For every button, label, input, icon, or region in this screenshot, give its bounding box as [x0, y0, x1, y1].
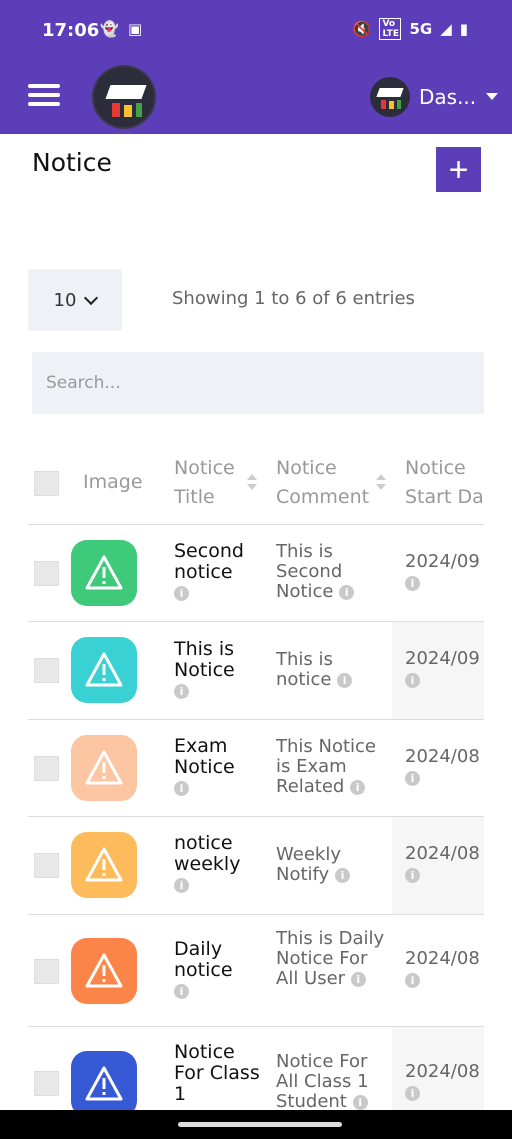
entries-info: Showing 1 to 6 of 6 entries — [172, 288, 415, 309]
info-icon[interactable]: i — [405, 972, 420, 988]
info-icon[interactable]: i — [350, 971, 366, 987]
header-notice-title[interactable]: Notice Title — [174, 454, 246, 512]
notice-title: Exam Notice — [174, 735, 235, 778]
select-all-checkbox[interactable] — [34, 471, 59, 496]
warning-icon — [85, 847, 123, 882]
info-icon[interactable]: i — [337, 672, 353, 688]
notice-image — [71, 832, 137, 898]
app-logo[interactable] — [92, 65, 156, 129]
header-notice-start-date[interactable]: Notice Start Da — [405, 454, 484, 512]
calendar-icon: ▣ — [128, 20, 143, 38]
notice-start-date: 2024/08 — [405, 843, 480, 864]
info-icon[interactable]: i — [405, 1085, 420, 1101]
table-row[interactable]: notice weekly i Weekly Notify i 2024/08 i — [28, 817, 484, 915]
info-icon[interactable]: i — [174, 684, 189, 699]
sort-down-icon[interactable] — [247, 484, 257, 490]
notice-start-date: 2024/09 — [405, 648, 480, 669]
sort-down-icon[interactable] — [376, 484, 386, 490]
table-row[interactable]: Exam Notice i This Notice is Exam Related… — [28, 720, 484, 817]
ghost-icon: 👻 — [100, 20, 119, 38]
notice-comment: This is Daily Notice For All User — [276, 928, 385, 989]
app-bar: Das... — [0, 60, 512, 134]
signal-icon: ◢ — [440, 20, 452, 38]
info-icon[interactable]: i — [405, 575, 420, 591]
notice-image — [71, 735, 137, 801]
notice-table: Image Notice Title Notice Comment Notice… — [28, 438, 484, 1110]
table-header: Image Notice Title Notice Comment Notice… — [28, 438, 484, 525]
row-checkbox[interactable] — [34, 959, 59, 984]
info-icon[interactable]: i — [174, 984, 189, 999]
info-icon[interactable]: i — [405, 867, 420, 883]
notice-image — [71, 1051, 137, 1110]
mute-icon: 🔇 — [352, 20, 372, 38]
table-row[interactable]: Second notice i This is Second Notice i 2… — [28, 525, 484, 622]
info-icon[interactable]: i — [339, 584, 355, 600]
volte-icon: Vo LTE — [379, 18, 402, 40]
info-icon[interactable]: i — [174, 586, 189, 601]
status-right: 🔇 Vo LTE 5G ◢ ▮ — [353, 18, 468, 40]
menu-icon[interactable] — [28, 84, 60, 108]
notice-title: notice weekly — [174, 832, 241, 875]
network-type: 5G — [409, 20, 433, 38]
notice-image — [71, 540, 137, 606]
row-checkbox[interactable] — [34, 1071, 59, 1096]
chevron-down-icon — [84, 290, 99, 305]
table-row[interactable]: Daily notice i This is Daily Notice For A… — [28, 915, 484, 1027]
notice-title: Daily notice — [174, 938, 233, 981]
caret-down-icon[interactable] — [486, 93, 498, 100]
notice-image — [71, 637, 137, 703]
notice-title: Notice For Class 1 — [174, 1041, 260, 1105]
home-indicator[interactable] — [178, 1122, 342, 1127]
status-bar: 17:06 👻 ▣ 🔇 Vo LTE 5G ◢ ▮ — [0, 0, 512, 60]
warning-icon — [85, 750, 123, 785]
notice-title: Second notice — [174, 540, 244, 583]
user-name[interactable]: Das... — [419, 85, 476, 109]
notice-comment: Weekly Notify — [276, 844, 341, 885]
row-checkbox[interactable] — [34, 853, 59, 878]
info-icon[interactable]: i — [405, 770, 420, 786]
table-row[interactable]: Notice For Class 1 Notice For All Class … — [28, 1027, 484, 1110]
search-input[interactable] — [32, 352, 484, 414]
warning-icon — [85, 1066, 123, 1101]
row-checkbox[interactable] — [34, 658, 59, 683]
notice-comment: This is notice — [276, 649, 333, 690]
notice-image — [71, 938, 137, 1004]
info-icon[interactable]: i — [334, 867, 350, 883]
info-icon[interactable]: i — [174, 781, 189, 796]
table-row[interactable]: This is Notice i This is notice i 2024/09… — [28, 622, 484, 720]
header-notice-comment[interactable]: Notice Comment — [276, 454, 382, 512]
battery-icon: ▮ — [459, 20, 468, 38]
user-avatar[interactable] — [370, 77, 410, 117]
status-time: 17:06 — [42, 20, 100, 41]
warning-icon — [85, 953, 123, 988]
row-checkbox[interactable] — [34, 756, 59, 781]
system-nav-bar — [0, 1110, 512, 1139]
notice-start-date: 2024/08 — [405, 746, 480, 767]
notice-start-date: 2024/08 — [405, 948, 480, 969]
page-title: Notice — [32, 148, 112, 177]
warning-icon — [85, 555, 123, 590]
notice-start-date: 2024/09 — [405, 551, 480, 572]
notice-comment: This is Second Notice — [276, 541, 343, 602]
sort-up-icon[interactable] — [376, 474, 386, 480]
info-icon[interactable]: i — [405, 672, 420, 688]
row-checkbox[interactable] — [34, 561, 59, 586]
warning-icon — [85, 652, 123, 687]
info-icon[interactable]: i — [352, 1094, 368, 1110]
info-icon[interactable]: i — [174, 878, 189, 893]
page-length-select[interactable]: 10 — [28, 269, 122, 331]
add-notice-button[interactable]: + — [436, 147, 481, 192]
info-icon[interactable]: i — [350, 779, 366, 795]
page-length-value: 10 — [53, 289, 77, 311]
header-image: Image — [83, 471, 143, 493]
sort-up-icon[interactable] — [247, 474, 257, 480]
notice-title: This is Notice — [174, 638, 235, 681]
notice-start-date: 2024/08 — [405, 1061, 480, 1082]
